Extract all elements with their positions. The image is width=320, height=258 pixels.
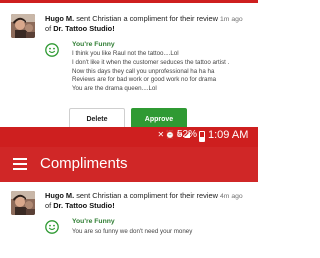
compliment-line: I think you like Raul not the tattoo....… xyxy=(72,50,179,57)
business-name[interactable]: Dr. Tattoo Studio! xyxy=(53,24,114,33)
sender-name[interactable]: Hugo M. xyxy=(45,14,74,23)
clock: 1:09 AM xyxy=(208,129,249,141)
compliment-line: Now this days they call you unprofession… xyxy=(72,67,215,75)
compliment-title: You're Funny xyxy=(72,218,115,225)
compliment-line: You are the drama queen....Lol xyxy=(72,85,157,93)
avatar[interactable] xyxy=(11,191,35,215)
timestamp: 1m ago xyxy=(220,16,243,23)
hamburger-menu-icon[interactable] xyxy=(13,158,27,170)
alarm-icon: ⏰ xyxy=(165,130,177,139)
app-bar: Compliments xyxy=(0,147,258,182)
battery-icon xyxy=(199,131,205,142)
compliment-body: I think you like Raul not the tattoo....… xyxy=(72,50,229,94)
page-title: Compliments xyxy=(40,155,128,172)
smiley-icon xyxy=(45,43,59,57)
avatar[interactable] xyxy=(11,14,35,38)
battery-percent: 52% xyxy=(177,129,198,140)
status-bar: ✕⏰≋◢ 52% 1:09 AM xyxy=(0,127,258,147)
compliment-line: You are so funny we don't need your mone… xyxy=(72,228,193,235)
page: Hugo M. sent Christian a compliment for … xyxy=(0,0,258,258)
compliment-line: Reviews are for bad work or good work no… xyxy=(72,76,217,84)
compliment-line: I don't like it when the customer seduce… xyxy=(72,58,230,66)
compliment-title: You're Funny xyxy=(72,41,115,48)
business-name[interactable]: Dr. Tattoo Studio! xyxy=(53,201,114,210)
top-app-bar-edge xyxy=(0,0,258,3)
compliment-body: You are so funny we don't need your mone… xyxy=(72,228,192,237)
timestamp: 4m ago xyxy=(220,193,243,200)
smiley-icon xyxy=(45,220,59,234)
sender-name[interactable]: Hugo M. xyxy=(45,191,74,200)
notification-headline: Hugo M. sent Christian a compliment for … xyxy=(45,14,219,34)
notification-headline: Hugo M. sent Christian a compliment for … xyxy=(45,191,219,211)
